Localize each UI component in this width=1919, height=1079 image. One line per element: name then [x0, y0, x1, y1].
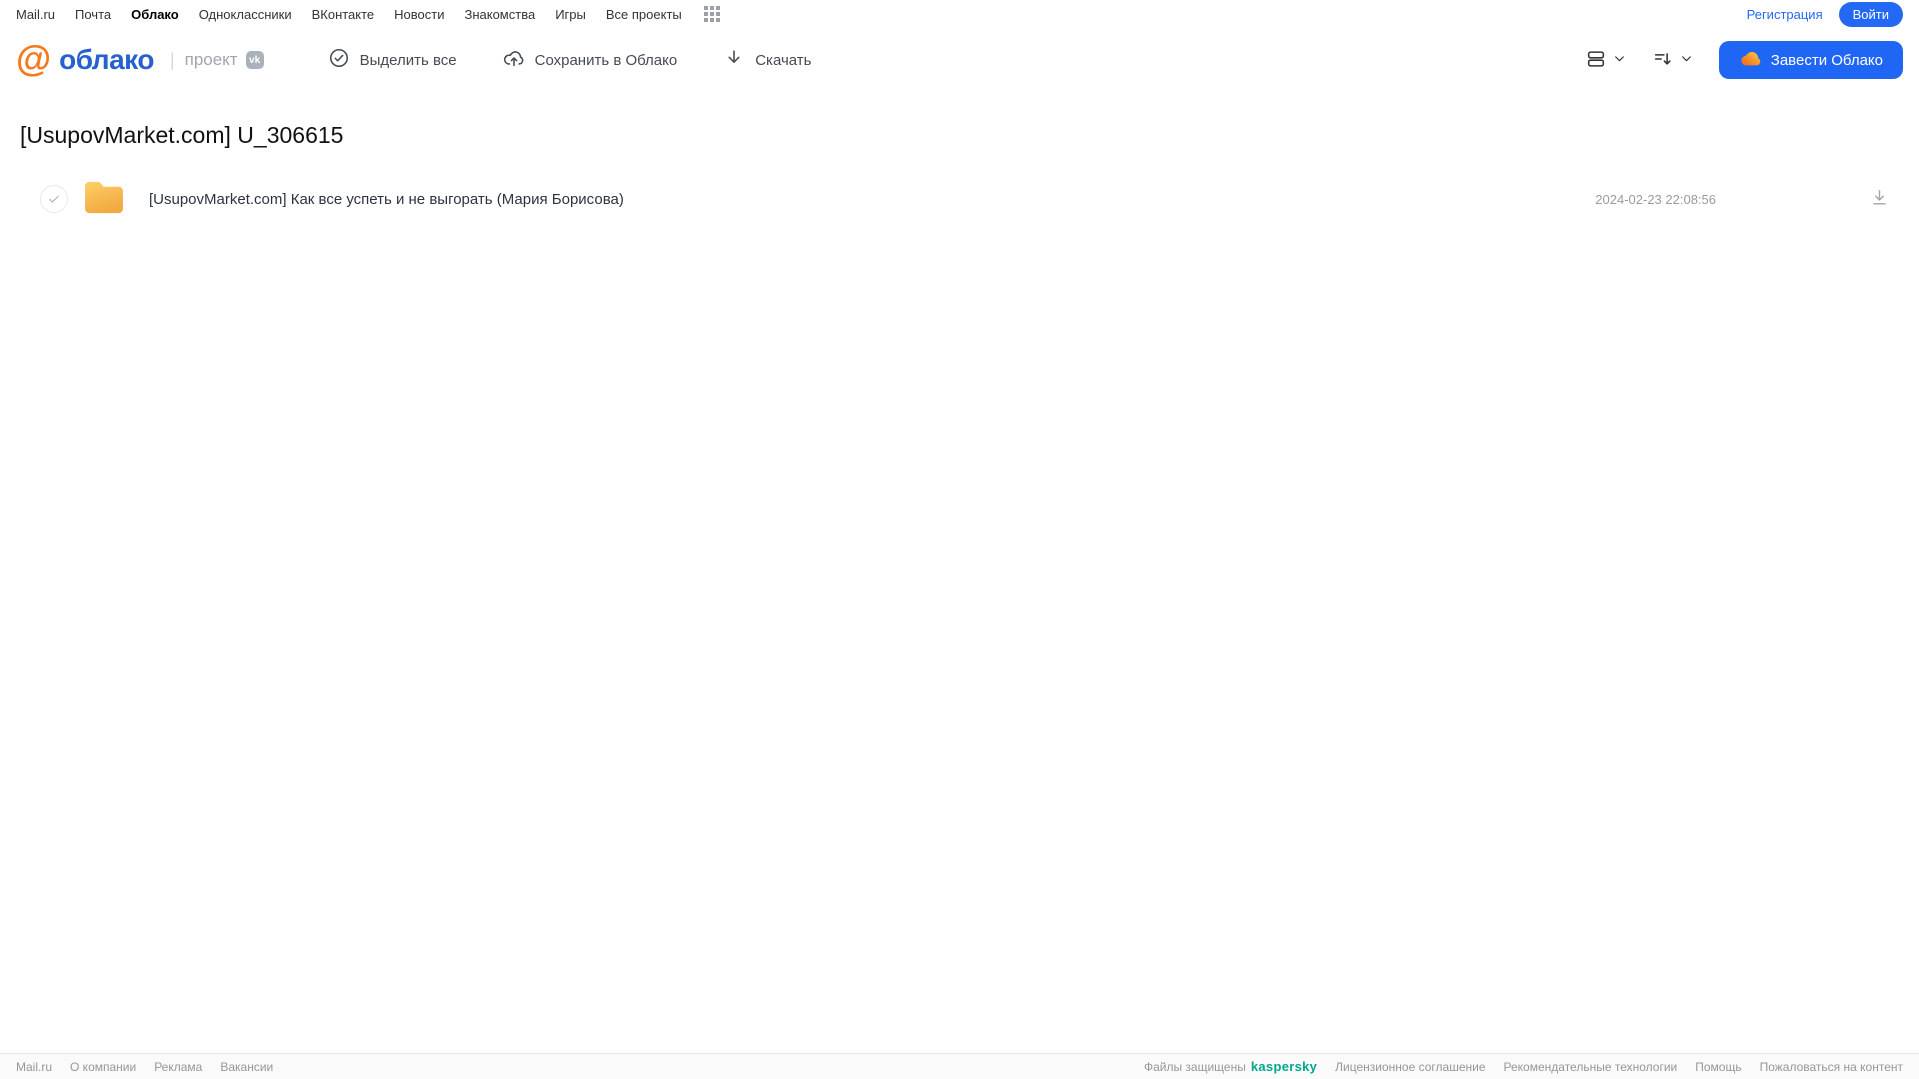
- nav-link-all-projects[interactable]: Все проекты: [606, 7, 682, 22]
- login-button[interactable]: Войти: [1838, 1, 1903, 27]
- create-cloud-label: Завести Облако: [1770, 51, 1883, 69]
- portal-navbar: Mail.ru Почта Облако Одноклассники ВКонт…: [0, 0, 1919, 28]
- download-underline-icon: [1873, 190, 1886, 205]
- file-name-link[interactable]: [UsupovMarket.com] Как все успеть и не в…: [149, 191, 1595, 208]
- nav-link-pochta[interactable]: Почта: [75, 7, 111, 22]
- footer-link-mailru[interactable]: Mail.ru: [16, 1060, 52, 1074]
- select-all-label: Выделить все: [359, 51, 457, 69]
- download-icon: [723, 47, 745, 73]
- footer-link-ads[interactable]: Реклама: [154, 1060, 202, 1074]
- sort-icon: [1652, 48, 1674, 73]
- chevron-down-icon: [1680, 52, 1693, 68]
- vk-badge-icon: vk: [245, 51, 264, 69]
- save-to-cloud-label: Сохранить в Облако: [534, 51, 678, 69]
- nav-link-odnoklassniki[interactable]: Одноклассники: [199, 7, 292, 22]
- footer-link-about[interactable]: О компании: [70, 1060, 136, 1074]
- save-to-cloud-button[interactable]: Сохранить в Облако: [503, 47, 678, 73]
- page-footer: Mail.ru О компании Реклама Вакансии Файл…: [0, 1053, 1919, 1079]
- check-circle-icon: [328, 47, 350, 73]
- nav-link-oblako[interactable]: Облако: [131, 7, 179, 22]
- footer-link-recommendation-tech[interactable]: Рекомендательные технологии: [1504, 1060, 1678, 1074]
- file-row[interactable]: [UsupovMarket.com] Как все успеть и не в…: [0, 175, 1919, 223]
- page-title: [UsupovMarket.com] U_306615: [20, 122, 344, 148]
- nav-link-igry[interactable]: Игры: [555, 7, 586, 22]
- footer-left-links: Mail.ru О компании Реклама Вакансии: [16, 1060, 273, 1074]
- logo-project-text: проект: [184, 50, 238, 69]
- download-button[interactable]: Скачать: [723, 47, 811, 73]
- sort-dropdown[interactable]: [1652, 48, 1693, 73]
- row-download-button[interactable]: [1866, 184, 1893, 214]
- app-header: @ облако | проект vk Выделить все Сохран…: [0, 28, 1919, 92]
- view-mode-dropdown[interactable]: [1585, 48, 1626, 73]
- nav-link-novosti[interactable]: Новости: [394, 7, 444, 22]
- cloud-logo[interactable]: @ облако | проект vk: [16, 38, 264, 79]
- nav-link-znakomstva[interactable]: Знакомства: [464, 7, 535, 22]
- footer-link-help[interactable]: Помощь: [1695, 1060, 1741, 1074]
- nav-link-vkontakte[interactable]: ВКонтакте: [312, 7, 375, 22]
- file-toolbar: Выделить все Сохранить в Облако Скачать: [328, 47, 811, 73]
- files-protected-label: Файлы защищены kaspersky: [1144, 1059, 1317, 1074]
- logo-brand-text: облако: [59, 44, 154, 75]
- create-cloud-button[interactable]: Завести Облако: [1718, 41, 1903, 79]
- chevron-down-icon: [1613, 52, 1626, 68]
- select-all-button[interactable]: Выделить все: [328, 47, 457, 73]
- folder-icon: [83, 179, 125, 220]
- footer-link-report-content[interactable]: Пожаловаться на контент: [1760, 1060, 1903, 1074]
- main-content: [UsupovMarket.com] U_306615 [UsupovMarke…: [0, 122, 1919, 223]
- apps-grid-icon[interactable]: [703, 6, 720, 22]
- footer-right-links: Файлы защищены kaspersky Лицензионное со…: [1144, 1059, 1903, 1074]
- list-view-icon: [1585, 48, 1607, 73]
- header-right-controls: Завести Облако: [1585, 41, 1903, 79]
- protected-text: Файлы защищены: [1143, 1059, 1246, 1074]
- mailru-at-icon: @: [16, 38, 52, 79]
- footer-link-jobs[interactable]: Вакансии: [220, 1060, 273, 1074]
- cloud-icon: [1739, 49, 1761, 71]
- logo-separator: |: [169, 49, 175, 70]
- portal-links: Mail.ru Почта Облако Одноклассники ВКонт…: [16, 6, 720, 22]
- footer-link-license[interactable]: Лицензионное соглашение: [1335, 1060, 1485, 1074]
- checkmark-icon: [49, 195, 59, 203]
- download-label: Скачать: [755, 51, 812, 69]
- file-modified-date: 2024-02-23 22:08:56: [1595, 191, 1716, 207]
- kaspersky-logo[interactable]: kaspersky: [1251, 1059, 1317, 1074]
- nav-link-mailru[interactable]: Mail.ru: [16, 7, 55, 22]
- cloud-upload-icon: [503, 47, 525, 73]
- register-link[interactable]: Регистрация: [1747, 7, 1823, 22]
- auth-area: Регистрация Войти: [1747, 1, 1903, 27]
- row-checkbox[interactable]: [40, 185, 68, 213]
